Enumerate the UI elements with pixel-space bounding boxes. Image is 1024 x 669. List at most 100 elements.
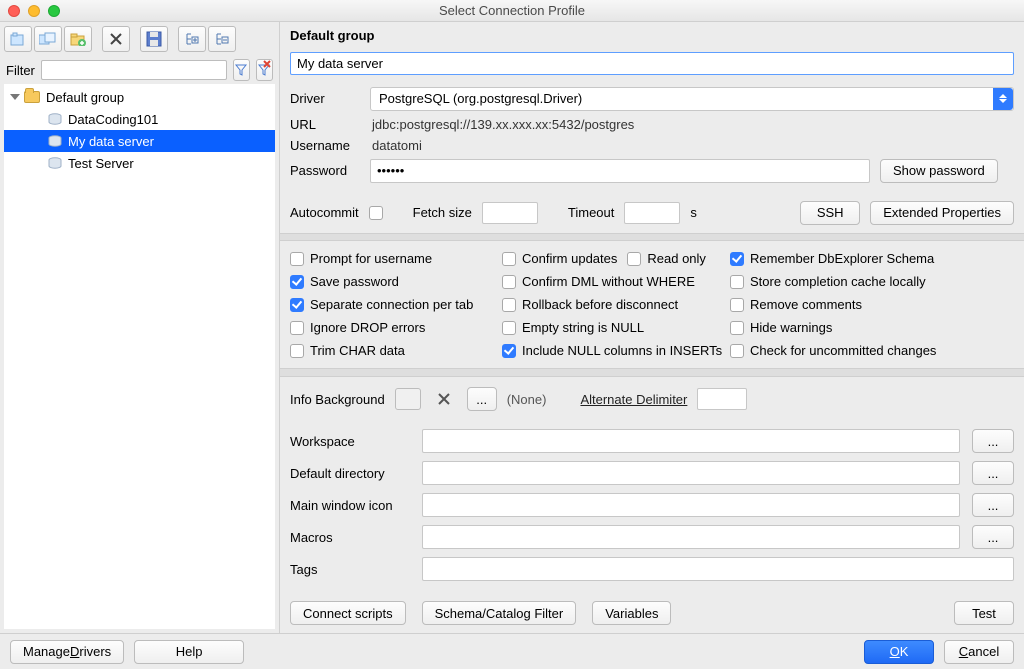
main-window-icon-input[interactable]: [422, 493, 960, 517]
save-profile-button[interactable]: [140, 26, 168, 52]
collapse-tree-button[interactable]: [208, 26, 236, 52]
info-bg-color-swatch[interactable]: [395, 388, 421, 410]
autocommit-checkbox[interactable]: [369, 206, 383, 220]
tree-profile-label: My data server: [68, 134, 154, 149]
folder-icon: [24, 91, 40, 103]
help-button[interactable]: Help: [134, 640, 244, 664]
ssh-button[interactable]: SSH: [800, 201, 860, 225]
workspace-browse-button[interactable]: ...: [972, 429, 1014, 453]
checkbox-box[interactable]: [290, 321, 304, 335]
checkbox-label: Save password: [310, 274, 399, 289]
checkbox-rollback_before_disconnect[interactable]: Rollback before disconnect: [502, 297, 730, 312]
main-window-icon-label: Main window icon: [290, 498, 410, 513]
group-header: Default group: [280, 22, 1024, 48]
disclosure-triangle-icon[interactable]: [10, 94, 20, 100]
timeout-input[interactable]: [624, 202, 680, 224]
alternate-delimiter-input[interactable]: [697, 388, 747, 410]
tree-profile-row[interactable]: DataCoding101: [4, 108, 275, 130]
alternate-delimiter-link[interactable]: Alternate Delimiter: [580, 392, 687, 407]
apply-filter-button[interactable]: [233, 59, 250, 81]
tree-group-row[interactable]: Default group: [4, 86, 275, 108]
connect-scripts-button[interactable]: Connect scripts: [290, 601, 406, 625]
profile-tree[interactable]: Default group DataCoding101 My data serv…: [4, 84, 275, 629]
checkbox-hide_warnings[interactable]: Hide warnings: [730, 320, 1014, 335]
checkbox-box[interactable]: [502, 344, 516, 358]
checkbox-box[interactable]: [290, 252, 304, 266]
clear-color-button[interactable]: [431, 388, 457, 410]
checkbox-label: Remember DbExplorer Schema: [750, 251, 934, 266]
profile-buttons-row: Connect scripts Schema/Catalog Filter Va…: [280, 593, 1024, 633]
filter-input[interactable]: [41, 60, 227, 80]
tree-profile-row-selected[interactable]: My data server: [4, 130, 275, 152]
checkbox-label: Confirm DML without WHERE: [522, 274, 695, 289]
new-profile-button[interactable]: [4, 26, 32, 52]
expand-tree-button[interactable]: [178, 26, 206, 52]
checkbox-label: Confirm updates: [522, 251, 617, 266]
options-checkboxes: Prompt for username Save password Separate…: [280, 245, 1024, 364]
delete-profile-button[interactable]: [102, 26, 130, 52]
workspace-input[interactable]: [422, 429, 960, 453]
checkbox-prompt_username[interactable]: Prompt for username: [290, 251, 502, 266]
checkbox-box[interactable]: [730, 344, 744, 358]
password-input[interactable]: [370, 159, 870, 183]
checkbox-separate_connection_per_tab[interactable]: Separate connection per tab: [290, 297, 502, 312]
checkbox-ignore_drop_errors[interactable]: Ignore DROP errors: [290, 320, 502, 335]
checkbox-confirm_dml_without_where[interactable]: Confirm DML without WHERE: [502, 274, 730, 289]
checkbox-remember_dbexplorer_schema[interactable]: Remember DbExplorer Schema: [730, 251, 1014, 266]
database-icon: [48, 135, 62, 147]
macros-browse-button[interactable]: ...: [972, 525, 1014, 549]
copy-profile-button[interactable]: [34, 26, 62, 52]
profile-name-input[interactable]: [290, 52, 1014, 74]
tags-input[interactable]: [422, 557, 1014, 581]
tree-profile-row[interactable]: Test Server: [4, 152, 275, 174]
checkbox-save_password[interactable]: Save password: [290, 274, 502, 289]
checkbox-box[interactable]: [502, 321, 516, 335]
checkbox-check_for_uncommitted_changes[interactable]: Check for uncommitted changes: [730, 343, 1014, 358]
checkbox-remove_comments[interactable]: Remove comments: [730, 297, 1014, 312]
show-password-button[interactable]: Show password: [880, 159, 998, 183]
connection-extras-row: Autocommit Fetch size Timeout s SSH Exte…: [280, 197, 1024, 229]
checkbox-box[interactable]: [627, 252, 641, 266]
checkbox-box[interactable]: [730, 321, 744, 335]
default-directory-browse-button[interactable]: ...: [972, 461, 1014, 485]
manage-drivers-button[interactable]: Manage Drivers: [10, 640, 124, 664]
driver-select[interactable]: PostgreSQL (org.postgresql.Driver): [370, 87, 1014, 111]
checkbox-label: Empty string is NULL: [522, 320, 644, 335]
checkbox-include_null_columns_in_inserts[interactable]: Include NULL columns in INSERTs: [502, 343, 730, 358]
driver-label: Driver: [290, 91, 360, 106]
cancel-button[interactable]: Cancel: [944, 640, 1014, 664]
checkbox-box[interactable]: [502, 298, 516, 312]
macros-input[interactable]: [422, 525, 960, 549]
checkbox-box[interactable]: [290, 344, 304, 358]
tree-profile-label: DataCoding101: [68, 112, 158, 127]
fetch-size-input[interactable]: [482, 202, 538, 224]
clear-filter-button[interactable]: [256, 59, 273, 81]
checkbox-box[interactable]: [730, 298, 744, 312]
checkbox-box[interactable]: [290, 298, 304, 312]
checkbox-box[interactable]: [502, 252, 516, 266]
variables-button[interactable]: Variables: [592, 601, 671, 625]
ok-button[interactable]: OK: [864, 640, 934, 664]
checkbox-confirm_updates[interactable]: Confirm updatesRead only: [502, 251, 730, 266]
checkbox-empty_string_is_null[interactable]: Empty string is NULL: [502, 320, 730, 335]
paths-section: Workspace ... Default directory ... Main…: [280, 417, 1024, 593]
extended-properties-button[interactable]: Extended Properties: [870, 201, 1014, 225]
checkbox-box[interactable]: [502, 275, 516, 289]
choose-color-button[interactable]: ...: [467, 387, 497, 411]
checkbox-box[interactable]: [730, 252, 744, 266]
schema-catalog-filter-button[interactable]: Schema/Catalog Filter: [422, 601, 577, 625]
new-group-button[interactable]: [64, 26, 92, 52]
main-window-icon-browse-button[interactable]: ...: [972, 493, 1014, 517]
checkbox-trim_char_data[interactable]: Trim CHAR data: [290, 343, 502, 358]
test-button[interactable]: Test: [954, 601, 1014, 625]
username-value[interactable]: datatomi: [370, 138, 1014, 153]
macros-label: Macros: [290, 530, 410, 545]
checkbox-box[interactable]: [730, 275, 744, 289]
checkbox-store_completion_cache_locally[interactable]: Store completion cache locally: [730, 274, 1014, 289]
password-label: Password: [290, 163, 360, 178]
checkbox-box[interactable]: [290, 275, 304, 289]
left-panel: Filter Default group DataCoding101: [0, 22, 280, 633]
checkbox-label: Ignore DROP errors: [310, 320, 425, 335]
default-directory-input[interactable]: [422, 461, 960, 485]
url-value[interactable]: jdbc:postgresql://139.xx.xxx.xx:5432/pos…: [370, 117, 1014, 132]
